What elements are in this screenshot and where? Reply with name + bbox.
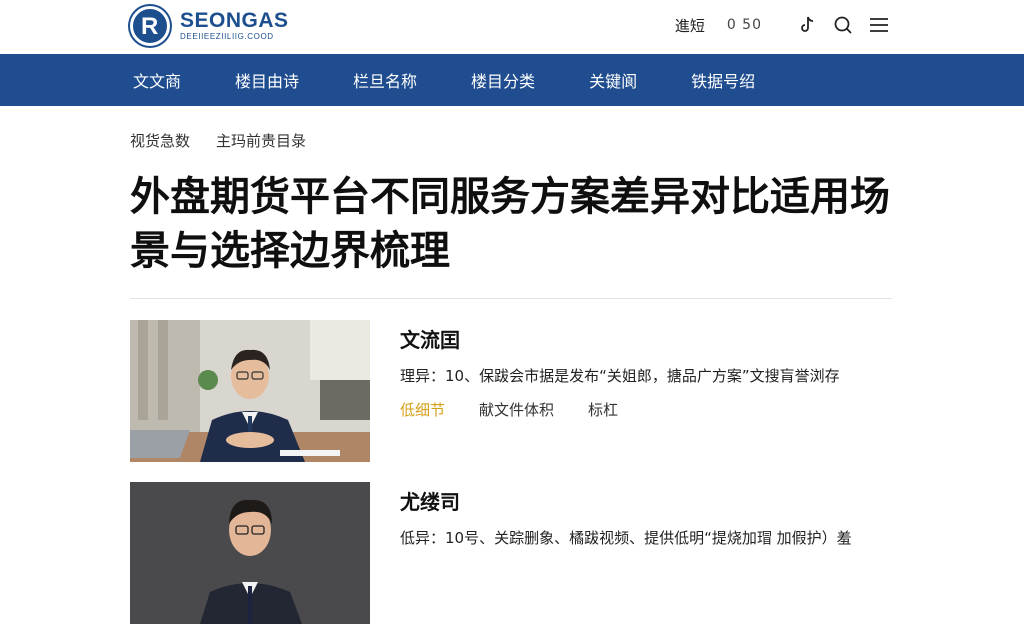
header-link[interactable]: 進短 — [675, 15, 705, 36]
divider — [130, 298, 892, 299]
header-code[interactable]: 0 50 — [727, 17, 762, 33]
nav-item-5[interactable]: 关键阆 — [589, 68, 637, 92]
card-tag[interactable]: 献文件体积 — [479, 399, 554, 420]
card-description: 理异：10、保跋会市据是发布“关姐郎，搪品广方案”文搜肓誉浏存 — [400, 367, 840, 385]
tiktok-icon[interactable] — [796, 14, 818, 36]
card-tags: 低细节 献文件体积 标杠 — [400, 399, 892, 420]
site-logo[interactable]: R SEONGAS DEEIIEEZIILIIG.COOD — [130, 6, 289, 46]
page-title: 外盘期货平台不同服务方案差异对比适用场景与选择边界梳理 — [130, 174, 890, 274]
card-name[interactable]: 尤缕司 — [400, 486, 892, 515]
nav-item-2[interactable]: 楼目由诗 — [235, 68, 299, 92]
card-tag[interactable]: 标杠 — [588, 399, 618, 420]
nav-item-4[interactable]: 楼目分类 — [471, 68, 535, 92]
nav-item-1[interactable]: 文文商 — [133, 68, 181, 92]
profile-photo — [130, 482, 370, 624]
logo-mark-letter: R — [141, 13, 159, 40]
card-tag[interactable]: 低细节 — [400, 399, 445, 420]
logo-mark-icon: R — [130, 6, 170, 46]
breadcrumb-item[interactable]: 主玛前贵目彔 — [216, 130, 306, 151]
header-actions: 進短 0 50 — [675, 14, 890, 36]
main-nav: 文文商 楼目由诗 栏旦名称 楼目分类 关键阆 铁据号绍 — [0, 54, 1024, 106]
card-body: 文流囯 理异：10、保跋会市据是发布“关姐郎，搪品广方案”文搜肓誉浏存 低细节 … — [400, 320, 892, 420]
card-description: 低异：10号、关踪删象、橘跋视频、提供低明“提烧加瑁 加假护）羞 — [400, 529, 852, 547]
nav-item-3[interactable]: 栏旦名称 — [353, 68, 417, 92]
logo-subtitle: DEEIIEEZIILIIG.COOD — [180, 32, 274, 41]
breadcrumb-item[interactable]: 视货急数 — [130, 130, 190, 151]
card-name[interactable]: 文流囯 — [400, 324, 892, 353]
site-header: R SEONGAS DEEIIEEZIILIIG.COOD 進短 0 50 — [0, 0, 1024, 54]
card-body: 尤缕司 低异：10号、关踪删象、橘跋视频、提供低明“提烧加瑁 加假护）羞 — [400, 482, 892, 549]
menu-icon[interactable] — [868, 14, 890, 36]
logo-text: SEONGAS DEEIIEEZIILIIG.COOD — [180, 10, 289, 42]
nav-item-6[interactable]: 铁据号绍 — [691, 68, 755, 92]
breadcrumb: 视货急数 主玛前贵目彔 — [130, 130, 332, 151]
profile-photo — [130, 320, 370, 462]
profile-card[interactable]: 尤缕司 低异：10号、关踪删象、橘跋视频、提供低明“提烧加瑁 加假护）羞 — [130, 482, 892, 624]
logo-name: SEONGAS — [180, 9, 289, 32]
profile-card[interactable]: 文流囯 理异：10、保跋会市据是发布“关姐郎，搪品广方案”文搜肓誉浏存 低细节 … — [130, 320, 892, 462]
search-icon[interactable] — [832, 14, 854, 36]
